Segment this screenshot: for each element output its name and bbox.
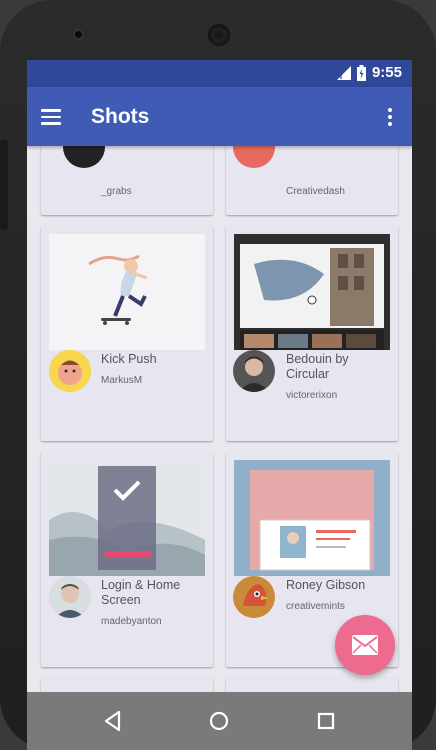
login-screen-mockup — [49, 460, 205, 576]
shot-title: Login & Home Screen — [101, 578, 181, 607]
shot-title: Bedouin by Circular — [286, 352, 349, 381]
avatar — [233, 350, 275, 392]
shot-card[interactable]: Creativedash — [226, 146, 398, 215]
shot-card[interactable]: Login & Home Screen madebyanton — [41, 452, 213, 667]
website-mockup — [234, 234, 390, 350]
skater-illustration — [88, 254, 148, 325]
front-camera — [73, 29, 84, 40]
shot-title: Roney Gibson — [286, 578, 366, 592]
earpiece-speaker — [208, 24, 230, 46]
business-card-mockup — [234, 460, 390, 576]
recents-icon[interactable] — [314, 709, 338, 733]
avatar — [63, 146, 105, 168]
compose-fab[interactable] — [335, 615, 395, 675]
status-icons: 9:55 — [336, 64, 402, 81]
shot-card[interactable] — [41, 678, 213, 692]
screen: 9:55 Shots _grabs Creativedash Kick Push… — [27, 60, 412, 750]
avatar — [49, 576, 91, 618]
shot-thumbnail — [234, 234, 390, 350]
signal-icon — [336, 65, 351, 80]
mail-icon — [352, 635, 378, 655]
app-bar: Shots — [27, 87, 412, 146]
shot-thumbnail — [234, 460, 390, 576]
home-icon[interactable] — [207, 709, 231, 733]
phone-volume-button — [0, 140, 8, 230]
shot-author: Creativedash — [286, 186, 345, 197]
shot-title: Kick Push — [101, 352, 157, 366]
shot-author: madebyanton — [101, 616, 162, 627]
menu-icon[interactable] — [41, 102, 71, 132]
shot-thumbnail — [49, 234, 205, 350]
avatar — [49, 350, 91, 392]
shot-card[interactable]: _grabs — [41, 146, 213, 215]
back-icon[interactable] — [101, 709, 125, 733]
shot-card[interactable] — [226, 678, 398, 692]
battery-icon — [356, 64, 366, 81]
shot-author: victorerixon — [286, 390, 338, 401]
shot-author: _grabs — [101, 186, 132, 197]
more-vert-icon[interactable] — [380, 105, 400, 129]
shot-thumbnail — [49, 460, 205, 576]
avatar — [233, 576, 275, 618]
status-time: 9:55 — [371, 64, 402, 81]
shots-grid[interactable]: _grabs Creativedash Kick Push MarkusM Be… — [27, 146, 412, 692]
page-title: Shots — [91, 105, 150, 128]
status-bar: 9:55 — [27, 60, 412, 87]
shot-card[interactable]: Bedouin by Circular victorerixon — [226, 226, 398, 441]
shot-author: creativemints — [286, 601, 345, 612]
shot-author: MarkusM — [101, 375, 143, 386]
shot-card[interactable]: Kick Push MarkusM — [41, 226, 213, 441]
phone-frame: 9:55 Shots _grabs Creativedash Kick Push… — [0, 0, 436, 750]
system-nav-bar — [27, 692, 412, 750]
avatar — [233, 146, 275, 168]
